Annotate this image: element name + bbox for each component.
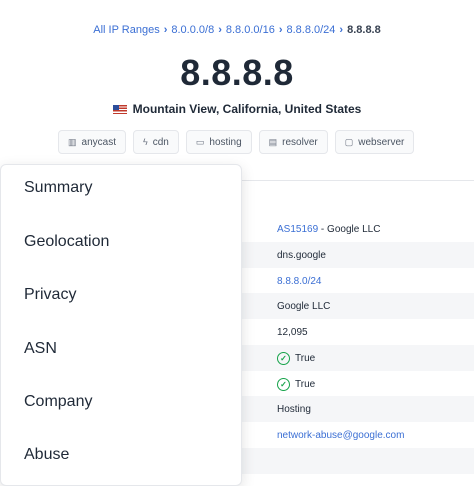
- table-row-flag-one: ✓ True: [228, 345, 474, 371]
- asn-link[interactable]: AS15169: [277, 224, 318, 235]
- breadcrumb-8-slash-24[interactable]: 8.8.8.0/24: [286, 24, 335, 36]
- summary-table: AS15169 - Google LLC dns.google 8.8.8.0/…: [228, 180, 474, 475]
- table-icon: ▤: [268, 136, 278, 147]
- breadcrumb-8-slash-16[interactable]: 8.8.0.0/16: [226, 24, 275, 36]
- chevron-right-icon: ›: [163, 24, 168, 36]
- tag-hosting[interactable]: ▭ hosting: [185, 130, 252, 154]
- browser-icon: ▢: [344, 136, 354, 147]
- table-row-type: Hosting: [228, 396, 474, 422]
- section-nav-menu: Summary Geolocation Privacy ASN Company …: [0, 164, 242, 486]
- breadcrumb-current: 8.8.8.8: [347, 24, 381, 36]
- breadcrumb: All IP Ranges › 8.0.0.0/8 › 8.8.0.0/16 › 8.8.8…: [0, 24, 474, 36]
- table-row-range: 8.8.8.0/24: [228, 268, 474, 294]
- table-row-empty: [228, 448, 474, 474]
- chevron-right-icon: ›: [339, 24, 344, 36]
- us-flag-icon: [112, 105, 127, 114]
- table-row-abuse: network-abuse@google.com: [228, 422, 474, 448]
- flag-one-value: ✓ True: [277, 351, 316, 365]
- map-icon: ▥: [68, 136, 77, 147]
- bolt-icon: ϟ: [142, 137, 148, 147]
- tag-cdn[interactable]: ϟ cdn: [132, 130, 179, 154]
- hostname-value: dns.google: [277, 249, 326, 261]
- asn-value: AS15169 - Google LLC: [277, 224, 380, 235]
- menu-item-abuse[interactable]: Abuse: [24, 446, 69, 464]
- flag-two-value: ✓ True: [277, 377, 316, 391]
- flag-two-text: True: [295, 378, 316, 390]
- tag-label: resolver: [282, 136, 318, 148]
- chevron-right-icon: ›: [278, 24, 283, 36]
- check-circle-icon: ✓: [277, 377, 290, 391]
- check-circle-icon: ✓: [277, 351, 290, 365]
- table-row-hostname: dns.google: [228, 242, 474, 268]
- menu-item-company[interactable]: Company: [24, 393, 92, 411]
- location-text: Mountain View, California, United States: [132, 102, 362, 116]
- type-value: Hosting: [277, 403, 311, 415]
- table-row-hosted-domains: 12,095: [228, 319, 474, 345]
- tag-webserver[interactable]: ▢ webserver: [334, 130, 415, 154]
- menu-item-geolocation[interactable]: Geolocation: [24, 233, 109, 251]
- tag-list: ▥ anycast ϟ cdn ▭ hosting ▤ resolver ▢ w…: [58, 130, 415, 154]
- menu-item-summary[interactable]: Summary: [24, 179, 92, 197]
- menu-item-asn[interactable]: ASN: [24, 340, 57, 358]
- location-line: Mountain View, California, United States: [0, 102, 474, 116]
- asn-suffix: - Google LLC: [318, 223, 381, 235]
- tag-label: webserver: [358, 136, 405, 148]
- chevron-right-icon: ›: [218, 24, 222, 36]
- table-row-asn: AS15169 - Google LLC: [228, 216, 474, 242]
- table-row-flag-two: ✓ True: [228, 371, 474, 397]
- hosted-domains-value: 12,095: [277, 326, 308, 338]
- menu-item-privacy[interactable]: Privacy: [24, 286, 76, 304]
- breadcrumb-8-slash-8[interactable]: 8.0.0.0/8: [171, 24, 214, 36]
- abuse-email-link[interactable]: network-abuse@google.com: [277, 430, 404, 441]
- tag-label: cdn: [152, 136, 169, 148]
- tag-label: hosting: [209, 136, 242, 148]
- flag-one-text: True: [295, 352, 316, 364]
- server-icon: ▭: [195, 136, 205, 147]
- tag-resolver[interactable]: ▤ resolver: [258, 130, 328, 154]
- tag-anycast[interactable]: ▥ anycast: [58, 130, 126, 154]
- tag-label: anycast: [81, 136, 116, 148]
- page-title: 8.8.8.8: [180, 52, 294, 93]
- range-link[interactable]: 8.8.8.0/24: [277, 276, 321, 287]
- breadcrumb-all-ip-ranges[interactable]: All IP Ranges: [93, 24, 159, 36]
- table-row-company: Google LLC: [228, 293, 474, 319]
- company-value: Google LLC: [277, 300, 331, 312]
